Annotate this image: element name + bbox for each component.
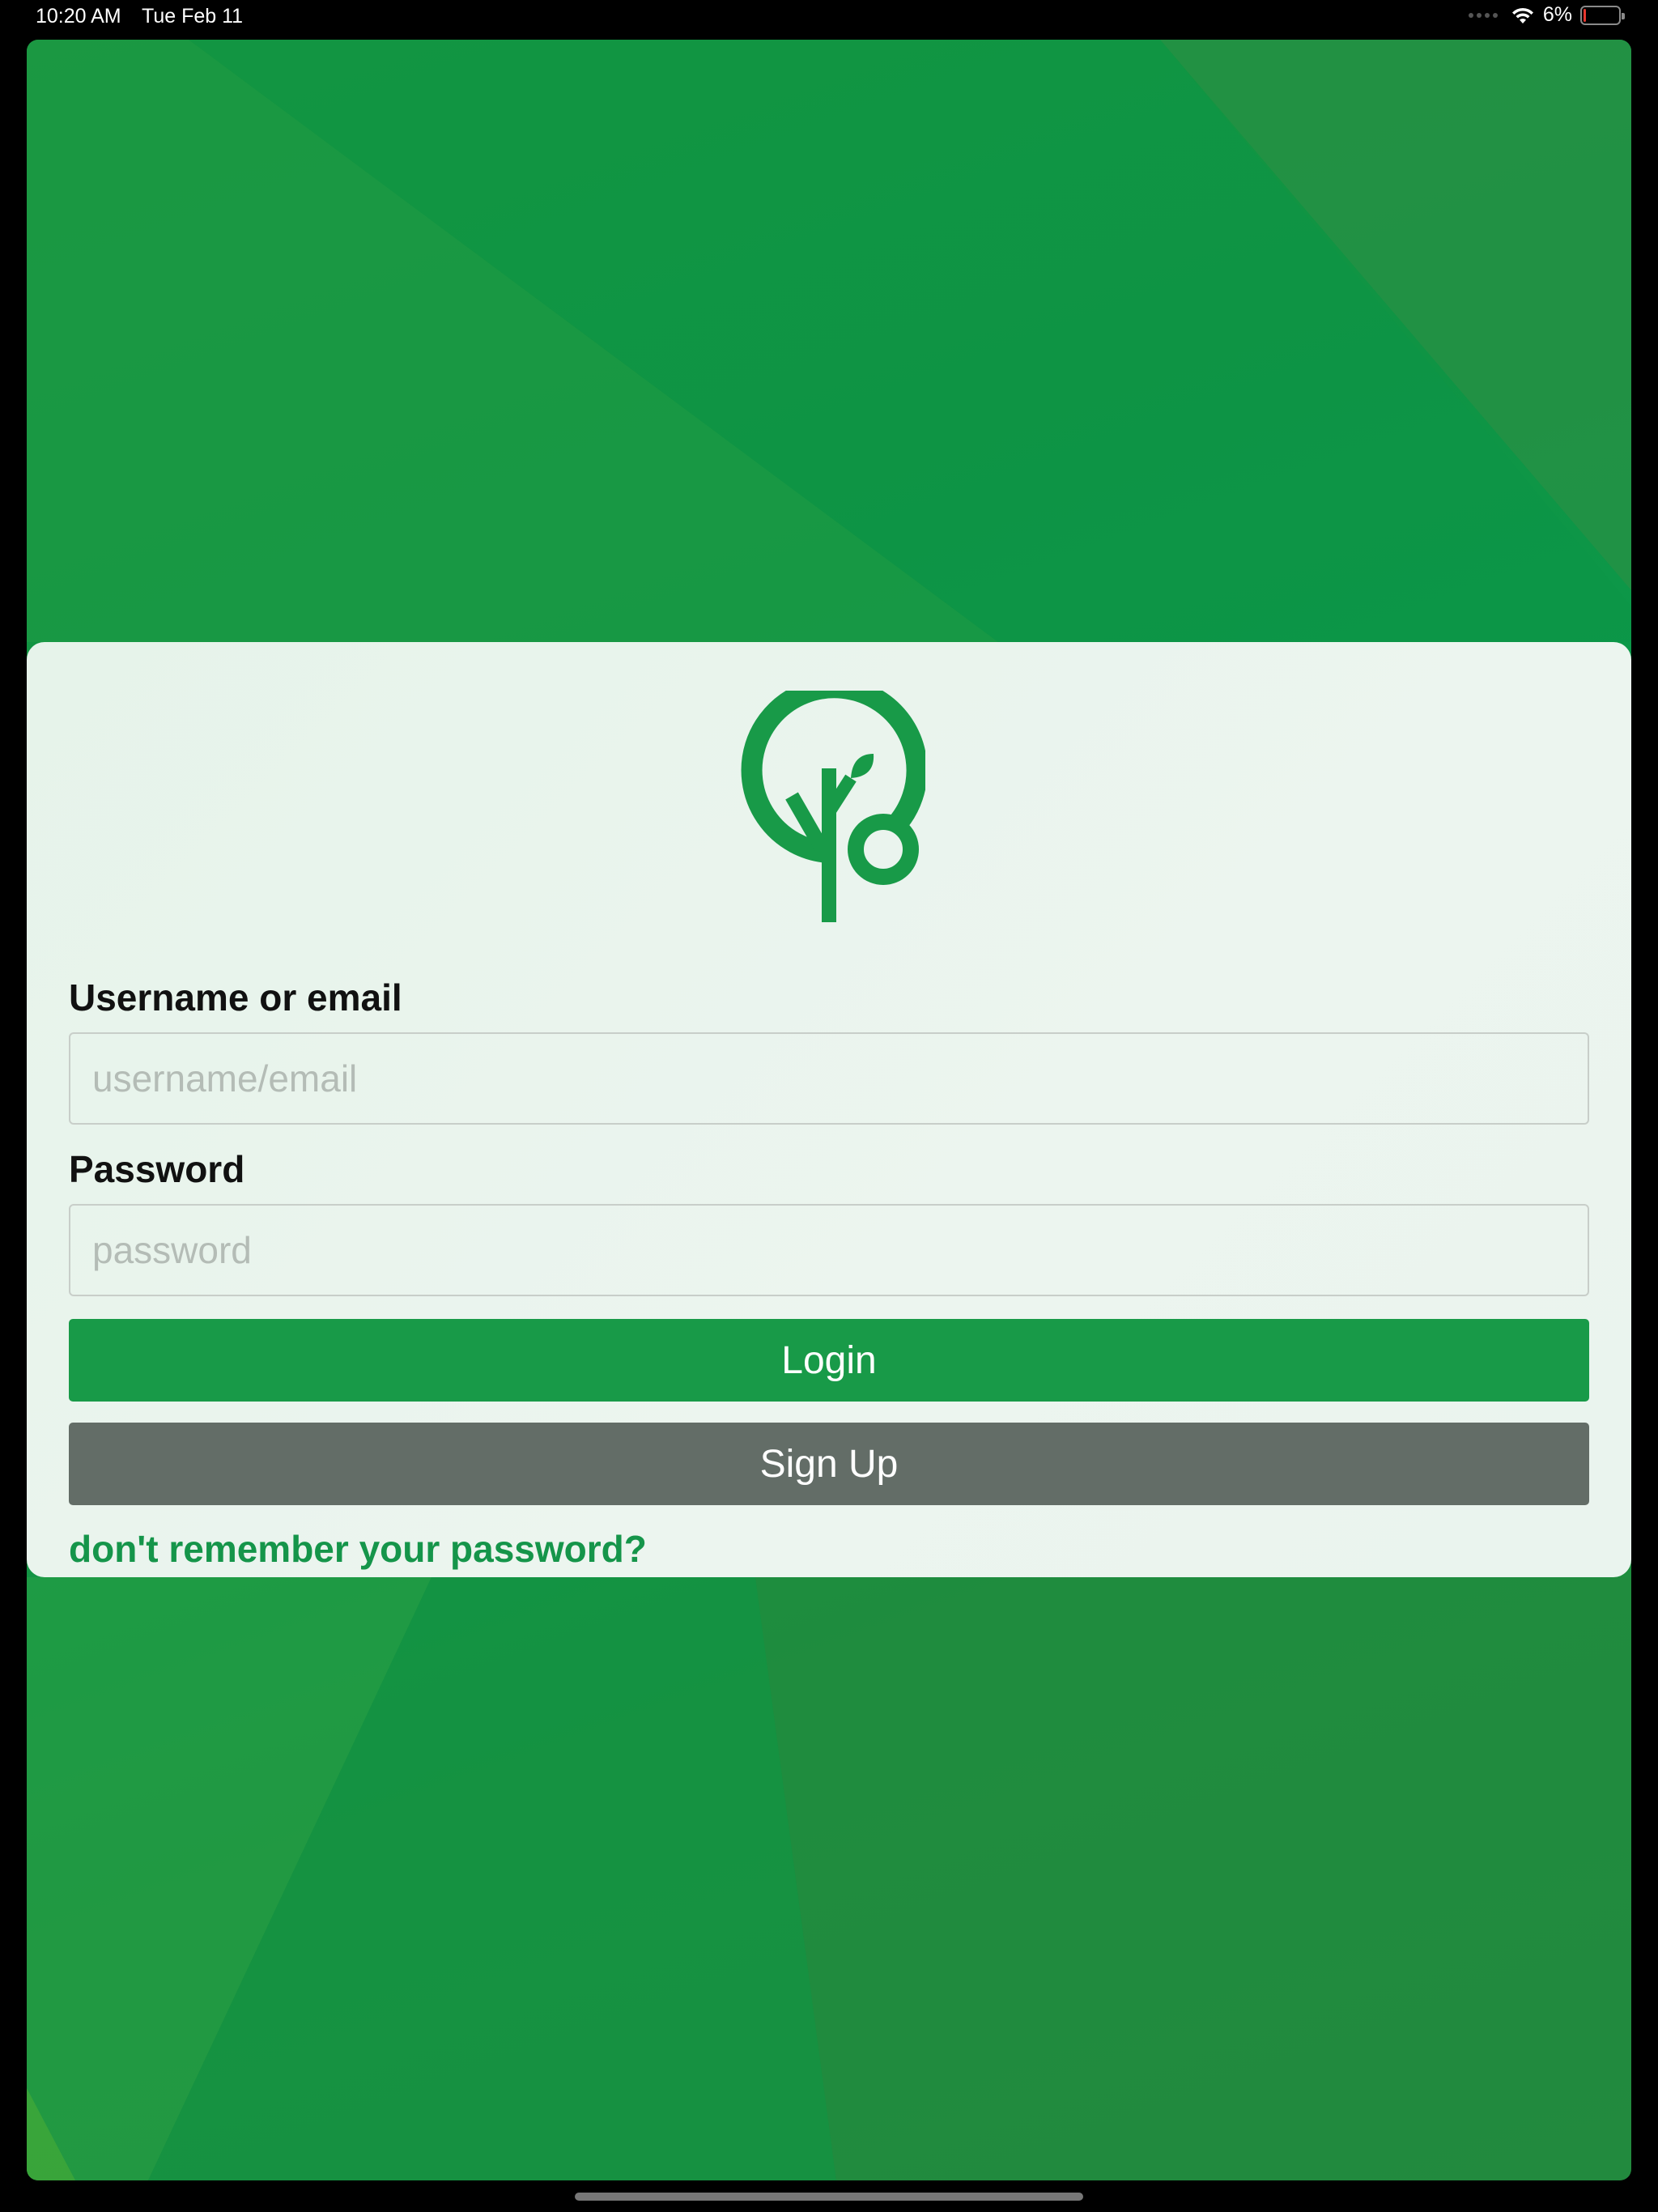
username-input[interactable]: [69, 1032, 1589, 1125]
status-indicators: 6%: [1468, 3, 1625, 27]
ipad-screen: 10:20 AM Tue Feb 11 6% Username or email…: [0, 0, 1658, 2212]
login-button[interactable]: Login: [69, 1319, 1589, 1402]
battery-icon: [1580, 5, 1625, 25]
forgot-password-link[interactable]: don't remember your password?: [69, 1527, 647, 1571]
battery-level-fill: [1584, 8, 1586, 22]
sign-up-button[interactable]: Sign Up: [69, 1423, 1589, 1505]
password-input[interactable]: [69, 1204, 1589, 1296]
battery-percent: 6%: [1542, 3, 1572, 26]
status-date: Tue Feb 11: [142, 5, 244, 28]
wifi-icon: [1511, 7, 1533, 23]
username-label: Username or email: [69, 976, 402, 1019]
home-indicator[interactable]: [575, 2193, 1083, 2201]
app-background: Username or email Password Login Sign Up…: [27, 40, 1631, 2180]
tree-logo-icon: [741, 691, 925, 922]
status-time: 10:20 AM: [36, 5, 121, 28]
cellular-signal-icon: [1468, 12, 1498, 18]
password-label: Password: [69, 1148, 245, 1190]
status-bar: 10:20 AM Tue Feb 11 6%: [0, 0, 1658, 37]
login-card: Username or email Password Login Sign Up…: [27, 642, 1631, 1577]
